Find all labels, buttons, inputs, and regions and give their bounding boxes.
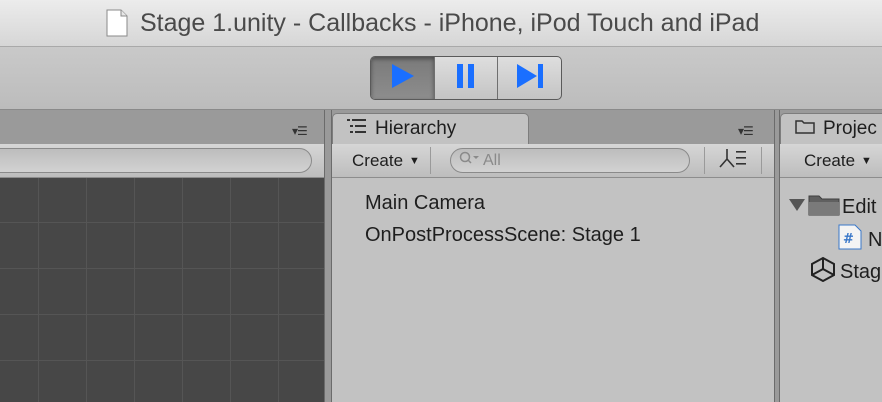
pause-icon — [454, 62, 478, 95]
project-panel: Projec Create ▼ Edit # N Stag — [779, 110, 882, 402]
disclosure-triangle-icon — [788, 196, 806, 219]
tree-item-script[interactable]: # N — [838, 224, 882, 256]
hierarchy-list: Main Camera OnPostProcessScene: Stage 1 — [332, 178, 774, 402]
window-title-area: Stage 1.unity - Callbacks - iPhone, iPod… — [106, 6, 759, 40]
csharp-script-icon: # — [838, 224, 862, 256]
project-subbar: Create ▼ — [780, 144, 882, 178]
scene-panel: ▾☰ — [0, 110, 325, 402]
hierarchy-filter-icon — [718, 147, 748, 174]
tree-item-label: Edit — [842, 195, 877, 218]
playback-controls — [370, 56, 562, 100]
scene-subbar — [0, 144, 324, 178]
hierarchy-search-input[interactable]: All — [450, 148, 690, 173]
tree-item-label: Stag — [840, 260, 882, 283]
tab-hierarchy-label: Hierarchy — [375, 118, 457, 139]
window-title: Stage 1.unity - Callbacks - iPhone, iPod… — [140, 8, 760, 37]
step-button[interactable] — [498, 57, 561, 99]
dropdown-arrow-icon: ▼ — [409, 154, 420, 167]
tree-item-label: N — [868, 228, 882, 251]
hierarchy-panel: Hierarchy ▾☰ Create ▼ All Main Camera On… — [331, 110, 775, 402]
filter-toggle-button[interactable] — [704, 147, 762, 174]
project-tree: Edit # N Stag — [780, 178, 882, 402]
play-button[interactable] — [371, 57, 435, 99]
tab-project[interactable]: Projec — [780, 113, 882, 144]
hierarchy-subbar: Create ▼ All — [332, 144, 774, 178]
folder-icon — [808, 192, 840, 222]
document-icon — [106, 9, 128, 37]
tab-project-label: Projec — [823, 118, 877, 139]
unity-scene-icon — [810, 256, 836, 288]
hierarchy-create-button[interactable]: Create ▼ — [342, 147, 431, 174]
scene-view-grid[interactable] — [0, 178, 324, 402]
create-label: Create — [804, 150, 856, 170]
list-item[interactable]: OnPostProcessScene: Stage 1 — [365, 224, 641, 247]
scene-tabrow: ▾☰ — [0, 110, 324, 144]
pause-button[interactable] — [435, 57, 499, 99]
play-icon — [387, 61, 417, 96]
step-icon — [514, 61, 546, 96]
project-tabrow: Projec — [780, 110, 882, 144]
folder-icon — [795, 118, 815, 140]
tree-item-editor-folder[interactable]: Edit — [788, 192, 876, 222]
panel-menu-icon[interactable]: ▾☰ — [292, 124, 308, 138]
panel-menu-icon[interactable]: ▾☰ — [738, 124, 754, 138]
hierarchy-tabrow: Hierarchy ▾☰ — [332, 110, 774, 144]
list-item[interactable]: Main Camera — [365, 192, 485, 215]
tab-hierarchy[interactable]: Hierarchy — [332, 113, 529, 144]
scene-search-input[interactable] — [0, 148, 312, 173]
project-create-button[interactable]: Create ▼ — [794, 147, 882, 174]
hierarchy-list-icon — [347, 118, 367, 140]
create-label: Create — [352, 150, 404, 170]
svg-text:#: # — [843, 232, 854, 247]
search-icon — [459, 151, 481, 170]
search-placeholder: All — [483, 151, 501, 169]
dropdown-arrow-icon: ▼ — [861, 154, 872, 167]
tree-item-scene[interactable]: Stag — [810, 256, 881, 288]
window-titlebar: Stage 1.unity - Callbacks - iPhone, iPod… — [0, 0, 882, 47]
main-toolbar — [0, 47, 882, 110]
